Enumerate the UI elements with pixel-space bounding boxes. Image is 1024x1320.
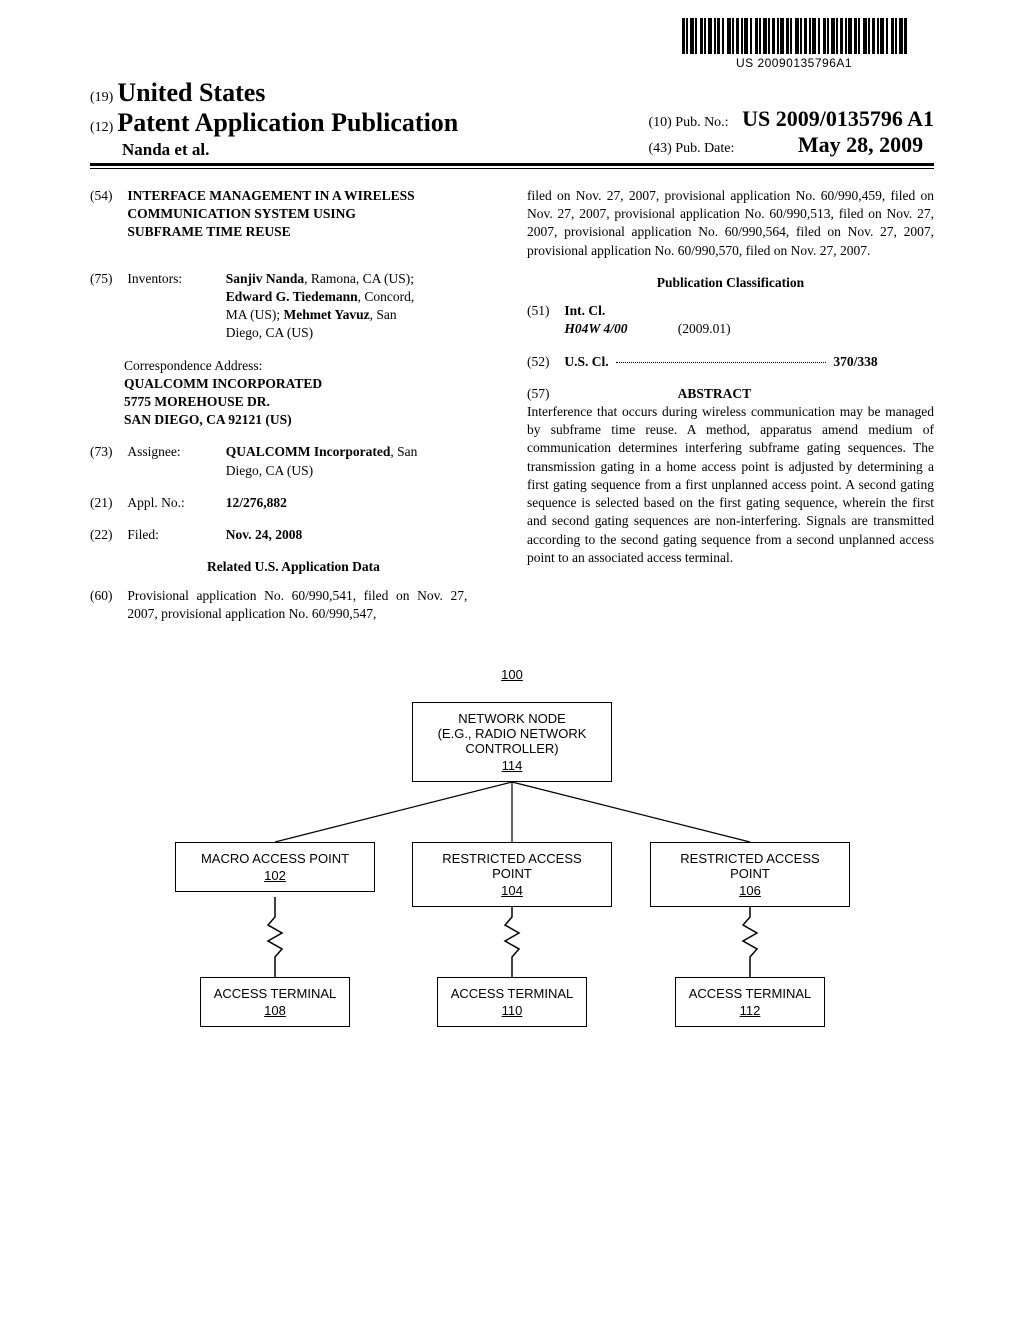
rap1-ref: 104 [425, 883, 599, 898]
code-60: (60) [90, 587, 124, 605]
pubno-value: US 2009/0135796 A1 [742, 106, 934, 132]
correspondence-lead: Correspondence Address: [124, 357, 497, 375]
nn-l3: CONTROLLER) [465, 741, 558, 756]
code-73: (73) [90, 443, 124, 461]
header-rule [90, 168, 934, 169]
restricted-ap1-box: RESTRICTED ACCESS POINT 104 [412, 842, 612, 907]
map-l1: MACRO ACCESS POINT [201, 851, 349, 866]
code-10: (10) [648, 115, 671, 130]
pubdate-label: Pub. Date: [675, 141, 734, 156]
nn-l1: NETWORK NODE [458, 711, 566, 726]
related-text-right: filed on Nov. 27, 2007, provisional appl… [527, 187, 934, 260]
code-21: (21) [90, 494, 124, 512]
rap2-ref: 106 [663, 883, 837, 898]
inventor-1-loc: , Ramona, CA (US); [304, 271, 414, 286]
pubdate-value: May 28, 2009 [798, 132, 923, 158]
authors-etal: Nanda et al. [122, 140, 458, 160]
correspondence-l3: SAN DIEGO, CA 92121 (US) [124, 411, 497, 429]
map-ref: 102 [188, 868, 362, 883]
code-43: (43) [648, 141, 671, 156]
code-51: (51) [527, 302, 561, 320]
inventor-2: Edward G. Tiedemann [226, 289, 358, 304]
rap1-l1: RESTRICTED ACCESS POINT [442, 851, 581, 881]
publication-type: Patent Application Publication [117, 108, 458, 137]
code-12: (12) [90, 120, 113, 135]
abstract-label: ABSTRACT [564, 385, 864, 403]
right-column: filed on Nov. 27, 2007, provisional appl… [527, 187, 934, 637]
access-terminal-2-box: ACCESS TERMINAL 110 [437, 977, 587, 1027]
code-75: (75) [90, 270, 124, 288]
pubno-label: Pub. No.: [675, 115, 728, 130]
header-row: (19) United States (12) Patent Applicati… [90, 78, 934, 166]
correspondence-l1: QUALCOMM INCORPORATED [124, 375, 497, 393]
macro-ap-box: MACRO ACCESS POINT 102 [175, 842, 375, 892]
intcl-label: Int. Cl. [564, 303, 605, 318]
inventor-1: Sanjiv Nanda [226, 271, 304, 286]
restricted-ap2-box: RESTRICTED ACCESS POINT 106 [650, 842, 850, 907]
nn-ref: 114 [425, 758, 599, 773]
nn-l2: (E.G., RADIO NETWORK [438, 726, 587, 741]
uscl-value: 370/338 [833, 354, 877, 369]
bibliographic-data: (54) INTERFACE MANAGEMENT IN A WIRELESS … [90, 187, 934, 637]
related-text-left: Provisional application No. 60/990,541, … [127, 587, 467, 623]
related-head: Related U.S. Application Data [90, 558, 497, 576]
access-terminal-3-box: ACCESS TERMINAL 112 [675, 977, 825, 1027]
at1-l1: ACCESS TERMINAL [214, 986, 337, 1001]
figure-100: 100 NETWORK NODE (E.G., RADIO NETWORK CO… [90, 667, 934, 1107]
left-column: (54) INTERFACE MANAGEMENT IN A WIRELESS … [90, 187, 497, 637]
invention-title: INTERFACE MANAGEMENT IN A WIRELESS COMMU… [127, 187, 427, 242]
filed-value: Nov. 24, 2008 [226, 526, 436, 544]
assignee-value: QUALCOMM Incorporated, San Diego, CA (US… [226, 443, 436, 479]
inventors-label: Inventors: [127, 270, 222, 288]
code-57: (57) [527, 385, 561, 403]
patent-page: US 20090135796A1 (19) United States (12)… [0, 0, 1024, 1320]
assignee-label: Assignee: [127, 443, 222, 461]
abstract-text: Interference that occurs during wireless… [527, 403, 934, 567]
barcode-text: US 20090135796A1 [654, 56, 934, 70]
code-52: (52) [527, 353, 561, 371]
code-22: (22) [90, 526, 124, 544]
at1-ref: 108 [213, 1003, 337, 1018]
network-node-box: NETWORK NODE (E.G., RADIO NETWORK CONTRO… [412, 702, 612, 782]
inventors-value: Sanjiv Nanda, Ramona, CA (US); Edward G.… [226, 270, 436, 343]
access-terminal-1-box: ACCESS TERMINAL 108 [200, 977, 350, 1027]
barcode-icon [654, 18, 934, 54]
inventor-3: Mehmet Yavuz [284, 307, 370, 322]
intcl-date: (2009.01) [678, 321, 731, 336]
at2-l1: ACCESS TERMINAL [451, 986, 574, 1001]
assignee-name: QUALCOMM Incorporated [226, 444, 391, 459]
code-54: (54) [90, 187, 124, 205]
at2-ref: 110 [450, 1003, 574, 1018]
dot-leader [616, 362, 826, 363]
correspondence-address: Correspondence Address: QUALCOMM INCORPO… [124, 357, 497, 430]
at3-ref: 112 [688, 1003, 812, 1018]
at3-l1: ACCESS TERMINAL [689, 986, 812, 1001]
barcode-block: US 20090135796A1 [654, 18, 934, 70]
applno-value: 12/276,882 [226, 494, 436, 512]
country: United States [117, 78, 265, 107]
filed-label: Filed: [127, 526, 222, 544]
correspondence-l2: 5775 MOREHOUSE DR. [124, 393, 497, 411]
applno-label: Appl. No.: [127, 494, 222, 512]
intcl-class: H04W 4/00 [564, 320, 674, 338]
rap2-l1: RESTRICTED ACCESS POINT [680, 851, 819, 881]
figure-number: 100 [501, 667, 523, 682]
pubclass-head: Publication Classification [527, 274, 934, 292]
code-19: (19) [90, 90, 113, 105]
uscl-label: U.S. Cl. [564, 354, 608, 369]
